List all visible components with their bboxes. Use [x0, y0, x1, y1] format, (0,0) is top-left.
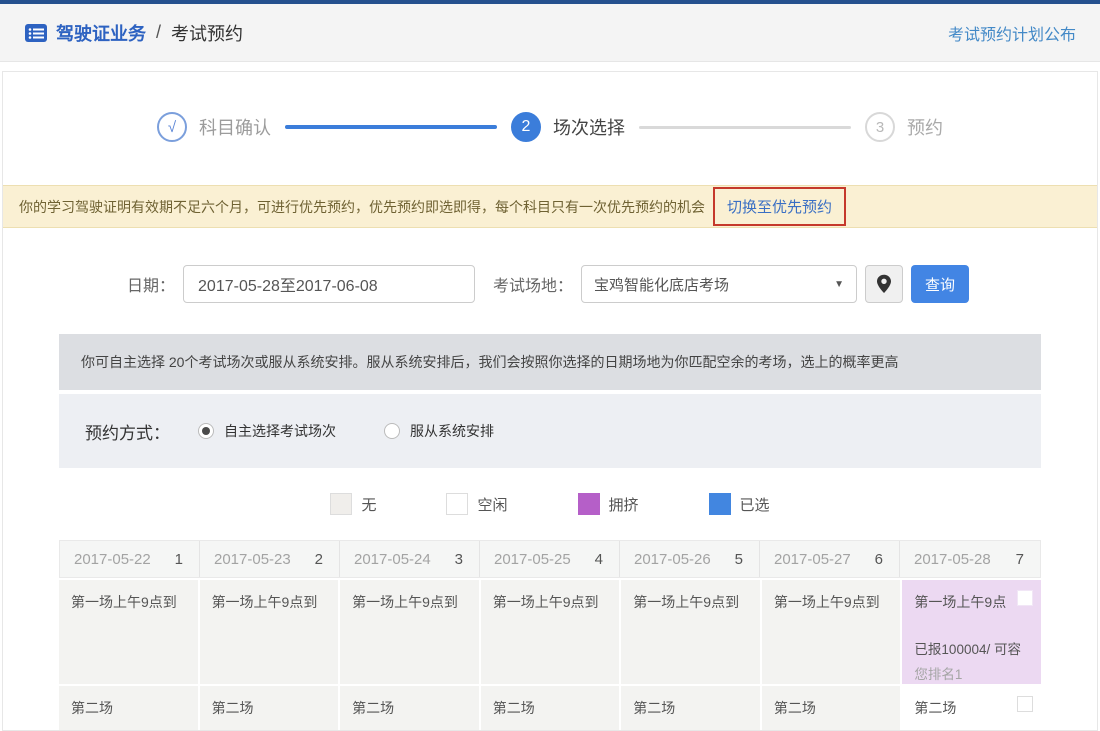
legend-item-none: 无: [330, 493, 376, 515]
step-label: 场次选择: [553, 118, 625, 138]
session-cell-unavailable[interactable]: 第二场: [761, 686, 901, 730]
breadcrumb: 驾驶证业务 / 考试预约: [24, 20, 243, 46]
search-button[interactable]: 查询: [911, 265, 970, 303]
priority-notice-bar: 你的学习驾驶证明有效期不足六个月，可进行优先预约，优先预约即选即得，每个科目只有…: [3, 185, 1097, 228]
legend-label: 空闲: [477, 496, 508, 514]
progress-stepper: √ 科目确认 2 场次选择 3 预约: [3, 72, 1097, 182]
session-checkbox[interactable]: [1016, 696, 1033, 712]
session-cell-unavailable[interactable]: 第二场: [480, 686, 620, 730]
date-range-input[interactable]: [183, 265, 476, 303]
legend-swatch-selected: [708, 493, 731, 515]
session-cell-unavailable[interactable]: 第一场上午9点到: [340, 580, 479, 684]
venue-select[interactable]: 宝鸡智能化底店考场 ▼: [581, 265, 858, 303]
availability-legend: 无 空闲 拥挤 已选: [3, 468, 1097, 540]
stepper-connector-active: [285, 125, 497, 129]
session-cell-free[interactable]: 第二场: [902, 686, 1041, 730]
selection-tip-bar: 你可自主选择 20个考试场次或服从系统安排。服从系统安排后，我们会按照你选择的日…: [59, 334, 1041, 390]
date-column-header: 2017-05-23 2: [200, 541, 340, 577]
rank-text: 您排名1: [914, 667, 963, 682]
session-cell-unavailable[interactable]: 第二场: [59, 686, 198, 730]
session-cell-unavailable[interactable]: 第一场上午9点到: [621, 580, 760, 684]
radio-label: 服从系统安排: [410, 423, 494, 439]
step-number-badge: 2: [511, 112, 541, 142]
session-cell-unavailable[interactable]: 第一场上午9点到: [761, 580, 901, 684]
legend-label: 已选: [739, 496, 770, 514]
session-cell-unavailable[interactable]: 第一场上午9点到: [59, 580, 198, 684]
date-column-header: 2017-05-26 5: [620, 541, 760, 577]
breadcrumb-page: 考试预约: [171, 23, 244, 44]
legend-swatch-none: [330, 493, 353, 515]
step-label: 科目确认: [199, 118, 271, 138]
list-icon: [24, 21, 48, 45]
stepper-connector-pending: [639, 125, 851, 129]
map-location-button[interactable]: [865, 265, 904, 303]
step-number-badge: 3: [865, 112, 895, 142]
location-pin-icon: [877, 274, 892, 293]
booking-card: √ 科目确认 2 场次选择 3 预约 你的学习驾驶证明有效期不足六个月，可进行优…: [2, 71, 1098, 731]
radio-unselected-icon[interactable]: [384, 423, 400, 439]
session-checkbox[interactable]: [1016, 590, 1033, 606]
legend-swatch-free: [446, 493, 469, 515]
session-cell-unavailable[interactable]: 第二场: [340, 686, 479, 730]
radio-option-system-arrange[interactable]: 服从系统安排: [384, 421, 494, 441]
venue-selected-value: 宝鸡智能化底店考场: [594, 276, 730, 294]
radio-selected-icon[interactable]: [198, 423, 214, 439]
radio-label: 自主选择考试场次: [224, 423, 336, 439]
step-reserve: 3 预约: [865, 112, 943, 142]
date-column-header: 2017-05-24 3: [340, 541, 480, 577]
schedule-table: 2017-05-22 1 2017-05-23 2 2017-05-24 3 2017…: [59, 540, 1041, 730]
legend-label: 拥挤: [608, 496, 639, 514]
exam-plan-link[interactable]: 考试预约计划公布: [948, 21, 1076, 45]
exam-booking-page: { "header": { "breadcrumb_section": "驾驶证…: [0, 0, 1100, 731]
schedule-header-row: 2017-05-22 1 2017-05-23 2 2017-05-24 3 2017…: [59, 540, 1041, 578]
legend-item-selected: 已选: [708, 493, 770, 515]
capacity-text: 已报100004/ 可容: [914, 642, 1021, 657]
date-label: 日期：: [127, 278, 176, 295]
session-cell-unavailable[interactable]: 第一场上午9点到: [480, 580, 620, 684]
breadcrumb-separator: /: [156, 22, 162, 42]
legend-item-free: 空闲: [446, 493, 508, 515]
date-column-header: 2017-05-27 6: [760, 541, 900, 577]
step-done-check-icon: √: [157, 112, 187, 142]
schedule-body: 第一场上午9点到 第一场上午9点到 第一场上午9点到 第一场上午9点到 第一场上…: [59, 580, 1041, 730]
venue-label: 考试场地：: [493, 278, 574, 295]
page-header: 驾驶证业务 / 考试预约 考试预约计划公布: [0, 4, 1100, 62]
date-column-header: 2017-05-28 7: [914, 550, 1024, 568]
filter-row: 日期： 考试场地： 宝鸡智能化底店考场 ▼ 查询: [3, 264, 1097, 304]
step-session-select: 2 场次选择: [511, 112, 625, 142]
legend-label: 无: [361, 496, 377, 514]
legend-swatch-crowded: [577, 493, 600, 515]
radio-option-self-select[interactable]: 自主选择考试场次: [198, 421, 336, 441]
legend-item-crowded: 拥挤: [577, 493, 639, 515]
date-column-header: 2017-05-22 1: [60, 541, 200, 577]
date-column-header: 2017-05-25 4: [480, 541, 620, 577]
breadcrumb-section[interactable]: 驾驶证业务: [56, 20, 146, 46]
session-cell-unavailable[interactable]: 第二场: [199, 686, 339, 730]
switch-priority-link[interactable]: 切换至优先预约: [727, 199, 832, 216]
selection-tip-text: 你可自主选择 20个考试场次或服从系统安排。服从系统安排后，我们会按照你选择的日…: [81, 354, 899, 370]
priority-notice-text: 你的学习驾驶证明有效期不足六个月，可进行优先预约，优先预约即选即得，每个科目只有…: [19, 198, 705, 215]
annotation-red-box: 切换至优先预约: [713, 187, 847, 226]
booking-mode-label: 预约方式：: [85, 423, 170, 443]
step-subject-confirm: √ 科目确认: [157, 112, 271, 142]
booking-mode-row: 预约方式： 自主选择考试场次 服从系统安排: [59, 394, 1041, 468]
session-cell-unavailable[interactable]: 第二场: [621, 686, 760, 730]
session-cell-unavailable[interactable]: 第一场上午9点到: [199, 580, 339, 684]
step-label: 预约: [907, 118, 943, 138]
chevron-down-icon: ▼: [834, 278, 845, 290]
session-cell-crowded[interactable]: 第一场上午9点 已报100004/ 可容 您排名1: [902, 580, 1041, 684]
